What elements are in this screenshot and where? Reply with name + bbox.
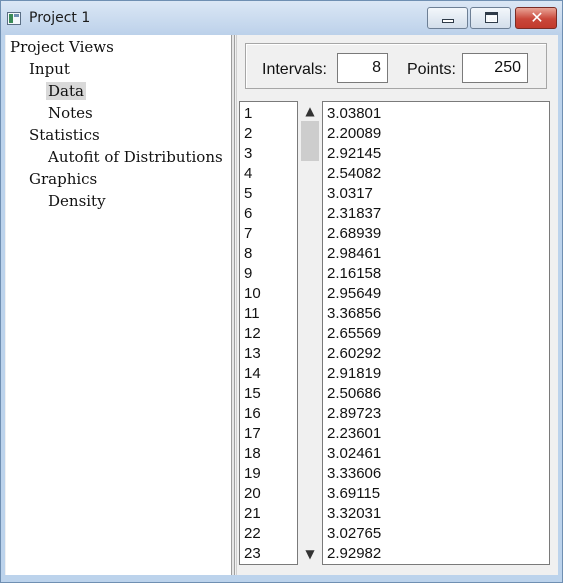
index-row[interactable]: 2: [240, 124, 297, 144]
tree-node-graphics[interactable]: Graphics: [29, 170, 97, 188]
index-row[interactable]: 4: [240, 164, 297, 184]
scroll-up-arrow-icon[interactable]: ▲: [299, 102, 321, 120]
tree-node-data[interactable]: Data: [46, 82, 86, 100]
close-button[interactable]: ✕: [515, 7, 557, 29]
points-label: Points:: [407, 61, 456, 78]
window-bottom-border: [5, 575, 558, 579]
index-row[interactable]: 14: [240, 364, 297, 384]
index-row[interactable]: 21: [240, 504, 297, 524]
maximize-icon: [485, 12, 498, 23]
client-area: Project Views Input Data Notes Statistic…: [5, 35, 558, 575]
value-row[interactable]: 2.95649: [323, 284, 549, 304]
index-row[interactable]: 3: [240, 144, 297, 164]
value-row[interactable]: 2.54082: [323, 164, 549, 184]
value-row[interactable]: 2.89723: [323, 404, 549, 424]
index-row[interactable]: 10: [240, 284, 297, 304]
value-row[interactable]: 2.92145: [323, 144, 549, 164]
minimize-icon: [442, 19, 454, 23]
parameters-group: Intervals: 8 Points: 250: [245, 43, 547, 89]
value-row[interactable]: 2.60292: [323, 344, 549, 364]
index-row[interactable]: 11: [240, 304, 297, 324]
value-row[interactable]: 3.32031: [323, 504, 549, 524]
index-row[interactable]: 22: [240, 524, 297, 544]
values-list[interactable]: 3.03801 2.20089 2.92145 2.54082 3.0317 2.3183…: [322, 101, 550, 565]
intervals-field[interactable]: 8: [337, 53, 388, 83]
app-window: Project 1 ✕ Project Views Input Data Not…: [0, 0, 563, 583]
value-row[interactable]: 3.03801: [323, 104, 549, 124]
tree-node-autofit[interactable]: Autofit of Distributions: [48, 148, 223, 166]
tree-node-density[interactable]: Density: [48, 192, 106, 210]
value-row[interactable]: 3.02765: [323, 524, 549, 544]
value-row[interactable]: 3.0317: [323, 184, 549, 204]
tree-node-input[interactable]: Input: [29, 60, 70, 78]
value-row[interactable]: 2.23601: [323, 424, 549, 444]
index-row[interactable]: 18: [240, 444, 297, 464]
index-row[interactable]: 16: [240, 404, 297, 424]
tree-node-statistics[interactable]: Statistics: [29, 126, 100, 144]
index-row[interactable]: 9: [240, 264, 297, 284]
value-row[interactable]: 2.65569: [323, 324, 549, 344]
data-panel: Intervals: 8 Points: 250 1 2 3 4 5 6 7 8 9 10 11 12…: [236, 35, 558, 575]
scroll-down-arrow-icon[interactable]: ▼: [299, 545, 321, 563]
index-row[interactable]: 6: [240, 204, 297, 224]
index-row[interactable]: 15: [240, 384, 297, 404]
value-row[interactable]: 3.69115: [323, 484, 549, 504]
value-row[interactable]: 3.02461: [323, 444, 549, 464]
minimize-button[interactable]: [427, 7, 468, 29]
value-row[interactable]: 2.68939: [323, 224, 549, 244]
scrollbar-thumb[interactable]: [301, 121, 319, 161]
index-row[interactable]: 8: [240, 244, 297, 264]
value-row[interactable]: 2.92982: [323, 544, 549, 564]
splitter[interactable]: [232, 35, 235, 575]
value-row[interactable]: 2.31837: [323, 204, 549, 224]
index-row[interactable]: 19: [240, 464, 297, 484]
window-title: Project 1: [29, 10, 91, 26]
index-row[interactable]: 1: [240, 104, 297, 124]
points-field[interactable]: 250: [462, 53, 528, 83]
intervals-label: Intervals:: [262, 61, 327, 78]
value-row[interactable]: 2.16158: [323, 264, 549, 284]
value-row[interactable]: 2.50686: [323, 384, 549, 404]
project-tree[interactable]: Project Views Input Data Notes Statistic…: [6, 35, 232, 575]
close-icon: ✕: [530, 8, 544, 27]
tree-node-project-views[interactable]: Project Views: [10, 38, 114, 56]
index-row[interactable]: 12: [240, 324, 297, 344]
vertical-scrollbar[interactable]: ▲ ▼: [299, 101, 321, 565]
index-row[interactable]: 20: [240, 484, 297, 504]
index-row[interactable]: 7: [240, 224, 297, 244]
index-row[interactable]: 5: [240, 184, 297, 204]
index-row[interactable]: 13: [240, 344, 297, 364]
maximize-button[interactable]: [470, 7, 511, 29]
value-row[interactable]: 3.36856: [323, 304, 549, 324]
value-row[interactable]: 2.98461: [323, 244, 549, 264]
index-list[interactable]: 1 2 3 4 5 6 7 8 9 10 11 12 13 14 15 16 17 18 19 20 21 22 23: [239, 101, 298, 565]
tree-node-notes[interactable]: Notes: [48, 104, 93, 122]
app-icon: [7, 12, 21, 25]
value-row[interactable]: 2.91819: [323, 364, 549, 384]
value-row[interactable]: 2.20089: [323, 124, 549, 144]
title-bar[interactable]: Project 1 ✕: [1, 1, 562, 35]
value-row[interactable]: 3.33606: [323, 464, 549, 484]
index-row[interactable]: 23: [240, 544, 297, 564]
index-row[interactable]: 17: [240, 424, 297, 444]
